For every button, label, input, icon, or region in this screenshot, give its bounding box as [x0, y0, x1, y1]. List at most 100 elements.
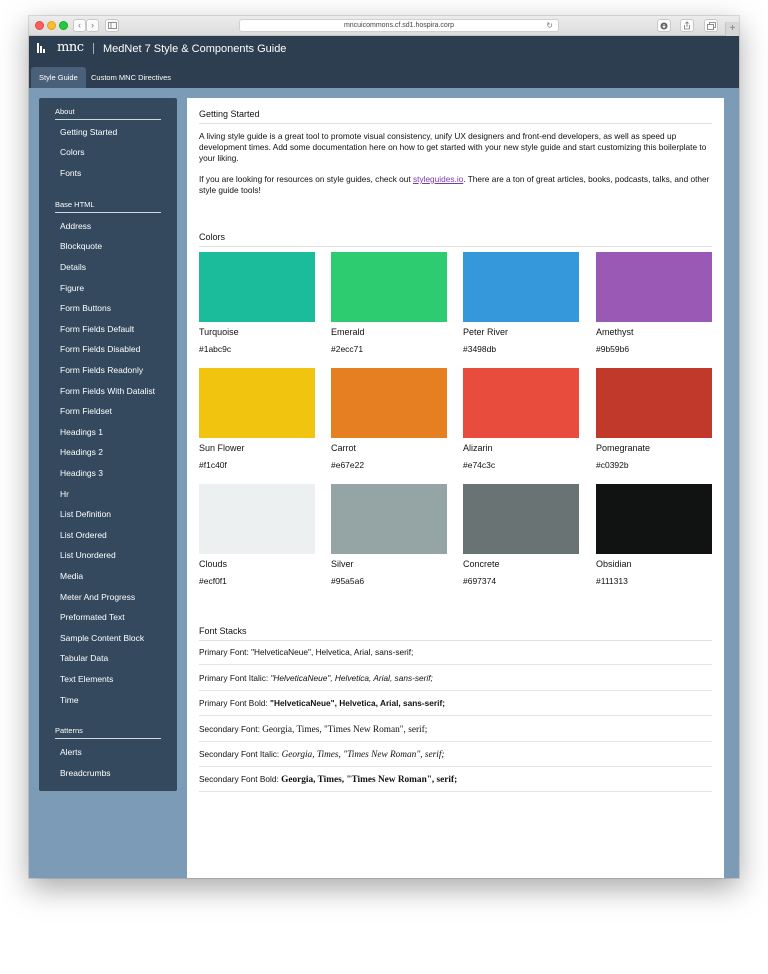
color-hex: #3498db — [463, 344, 497, 354]
font-stack-label: Secondary Font: — [199, 724, 263, 734]
sidebar-item-fonts[interactable]: Fonts — [60, 167, 81, 179]
sidebar-item-preformated-text[interactable]: Preformated Text — [60, 611, 125, 623]
chevron-left-icon: ‹ — [78, 20, 81, 30]
sidebar-item-address[interactable]: Address — [60, 220, 91, 232]
chevron-right-icon: › — [91, 20, 94, 30]
new-tab-button[interactable]: + — [725, 22, 739, 36]
header-divider — [93, 43, 94, 54]
color-hex: #1abc9c — [199, 344, 232, 354]
color-swatch-amethyst — [596, 252, 712, 322]
sidebar-item-list-unordered[interactable]: List Unordered — [60, 549, 116, 561]
resources-paragraph: If you are looking for resources on styl… — [199, 174, 714, 196]
color-swatch-sun-flower — [199, 368, 315, 438]
tab-style-guide[interactable]: Style Guide — [31, 67, 86, 88]
address-bar[interactable]: mncuicommons.cf.sd1.hospira.corp ↻ — [239, 19, 559, 32]
font-stack-label: Primary Font Bold: — [199, 698, 271, 708]
sidebar-item-alerts[interactable]: Alerts — [60, 746, 82, 758]
downloads-button[interactable] — [657, 19, 671, 32]
sidebar-item-text-elements[interactable]: Text Elements — [60, 673, 113, 685]
browser-window: ‹ › mncuicommons.cf.sd1.hospira.corp ↻ +… — [29, 16, 739, 878]
color-name: Carrot — [331, 443, 357, 453]
font-stack-row: Primary Font Italic: "HelveticaNeue", He… — [199, 665, 712, 691]
sidebar-item-blockquote[interactable]: Blockquote — [60, 240, 102, 252]
color-name: Silver — [331, 559, 354, 569]
sidebar-item-list-definition[interactable]: List Definition — [60, 508, 111, 520]
font-stack-label: Secondary Font Italic: — [199, 749, 282, 759]
sidebar-item-time[interactable]: Time — [60, 694, 79, 706]
color-name: Emerald — [331, 327, 365, 337]
font-stack-value: "HelveticaNeue", Helvetica, Arial, sans-… — [270, 673, 433, 683]
sidebar-item-form-buttons[interactable]: Form Buttons — [60, 302, 111, 314]
getting-started-title: Getting Started — [199, 108, 712, 124]
font-stack-row: Secondary Font: Georgia, Times, "Times N… — [199, 716, 712, 742]
font-stack-row: Primary Font: "HelveticaNeue", Helvetica… — [199, 639, 712, 665]
color-hex: #e67e22 — [331, 460, 365, 470]
color-swatch-silver — [331, 484, 447, 554]
font-stack-row: Primary Font Bold: "HelveticaNeue", Helv… — [199, 690, 712, 716]
sidebar-item-meter-and-progress[interactable]: Meter And Progress — [60, 591, 135, 603]
color-hex: #95a5a6 — [331, 576, 365, 586]
sidebar-item-media[interactable]: Media — [60, 570, 83, 582]
plus-icon: + — [729, 23, 736, 34]
share-button[interactable] — [680, 19, 694, 32]
sidebar-item-headings-3[interactable]: Headings 3 — [60, 467, 103, 479]
color-hex: #697374 — [463, 576, 497, 586]
font-stack-value: Georgia, Times, "Times New Roman", serif… — [262, 725, 428, 735]
reload-icon[interactable]: ↻ — [546, 20, 553, 31]
sidebar-item-tabular-data[interactable]: Tabular Data — [60, 652, 108, 664]
sidebar-item-form-fields-readonly[interactable]: Form Fields Readonly — [60, 364, 143, 376]
sidebar-item-getting-started[interactable]: Getting Started — [60, 126, 117, 138]
color-swatch-carrot — [331, 368, 447, 438]
tab-bar: Style Guide Custom MNC Directives — [29, 62, 739, 88]
sidebar-item-details[interactable]: Details — [60, 261, 86, 273]
url-text: mncuicommons.cf.sd1.hospira.corp — [343, 22, 455, 29]
back-button[interactable]: ‹ — [73, 19, 86, 32]
color-hex: #c0392b — [596, 460, 629, 470]
tabs-overview-button[interactable] — [704, 19, 718, 32]
font-stack-value: Georgia, Times, "Times New Roman", serif… — [281, 775, 458, 785]
resources-prefix: If you are looking for resources on styl… — [199, 174, 413, 184]
sidebar-item-breadcrumbs[interactable]: Breadcrumbs — [60, 767, 111, 779]
sidebar-item-sample-content-block[interactable]: Sample Content Block — [60, 632, 144, 644]
font-stack-value: "HelveticaNeue", Helvetica, Arial, sans-… — [251, 647, 414, 657]
logo: mnc — [57, 40, 84, 55]
sidebar-item-form-fields-disabled[interactable]: Form Fields Disabled — [60, 343, 140, 355]
download-icon — [660, 22, 668, 29]
color-name: Obsidian — [596, 559, 632, 569]
sidebar-item-form-fields-default[interactable]: Form Fields Default — [60, 323, 134, 335]
main-content: Getting Started A living style guide is … — [187, 98, 724, 878]
color-swatch-clouds — [199, 484, 315, 554]
color-name: Peter River — [463, 327, 509, 337]
color-name: Concrete — [463, 559, 500, 569]
zoom-window-button[interactable] — [59, 21, 68, 30]
sidebar-toggle-button[interactable] — [105, 19, 119, 32]
forward-button[interactable]: › — [86, 19, 99, 32]
color-hex: #2ecc71 — [331, 344, 364, 354]
sidebar-item-colors[interactable]: Colors — [60, 146, 85, 158]
color-hex: #f1c40f — [199, 460, 227, 470]
share-icon — [684, 21, 690, 30]
tab-custom-mnc-directives[interactable]: Custom MNC Directives — [83, 67, 179, 88]
sidebar-heading-about: About — [55, 107, 161, 120]
sidebar-item-headings-1[interactable]: Headings 1 — [60, 426, 103, 438]
color-hex: #ecf0f1 — [199, 576, 227, 586]
app-title: MedNet 7 Style & Components Guide — [103, 43, 287, 55]
minimize-window-button[interactable] — [47, 21, 56, 30]
sidebar-item-hr[interactable]: Hr — [60, 488, 69, 500]
color-hex: #e74c3c — [463, 460, 496, 470]
sidebar-icon — [107, 22, 117, 29]
sidebar-item-figure[interactable]: Figure — [60, 282, 84, 294]
styleguides-link[interactable]: styleguides.io — [413, 174, 463, 184]
font-stack-label: Primary Font Italic: — [199, 673, 271, 683]
sidebar-item-form-fields-with-datalist[interactable]: Form Fields With Datalist — [60, 385, 155, 397]
sidebar-item-headings-2[interactable]: Headings 2 — [60, 446, 103, 458]
color-hex: #9b59b6 — [596, 344, 630, 354]
sidebar-item-form-fieldset[interactable]: Form Fieldset — [60, 405, 112, 417]
sidebar-heading-base-html: Base HTML — [55, 200, 161, 213]
font-stack-label: Secondary Font Bold: — [199, 774, 282, 784]
close-window-button[interactable] — [35, 21, 44, 30]
colors-title: Colors — [199, 231, 712, 247]
font-stack-value: Georgia, Times, "Times New Roman", serif… — [281, 750, 445, 760]
font-stack-row: Secondary Font Italic: Georgia, Times, "… — [199, 741, 712, 767]
sidebar-item-list-ordered[interactable]: List Ordered — [60, 529, 107, 541]
